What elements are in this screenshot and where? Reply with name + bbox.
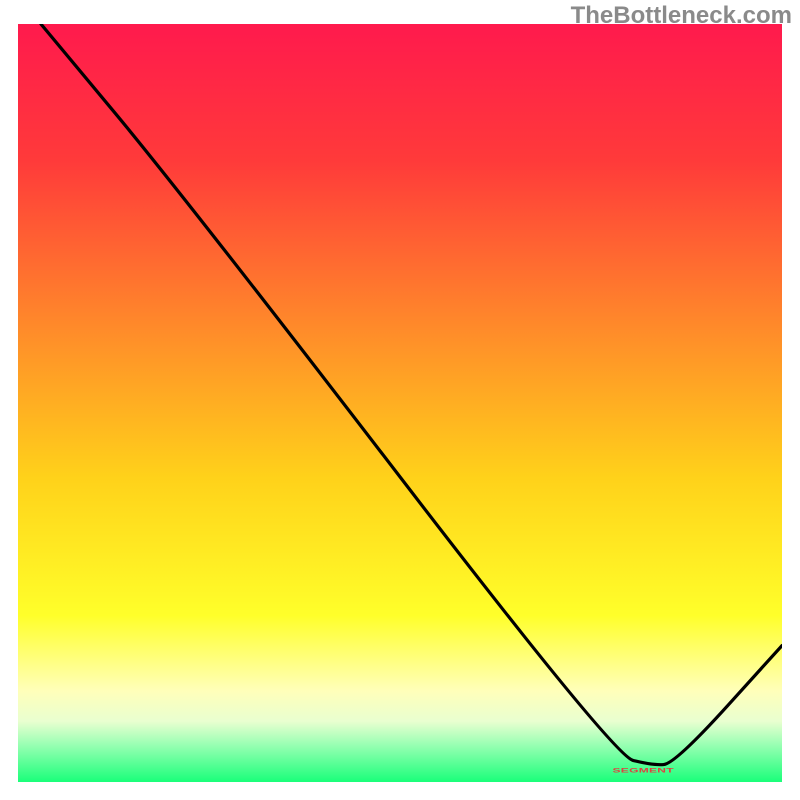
chart-background xyxy=(18,24,782,782)
chart-area: SEGMENT xyxy=(18,24,782,782)
watermark: TheBottleneck.com xyxy=(571,2,792,30)
min-segment-label: SEGMENT xyxy=(612,766,673,774)
chart-svg xyxy=(18,24,782,782)
